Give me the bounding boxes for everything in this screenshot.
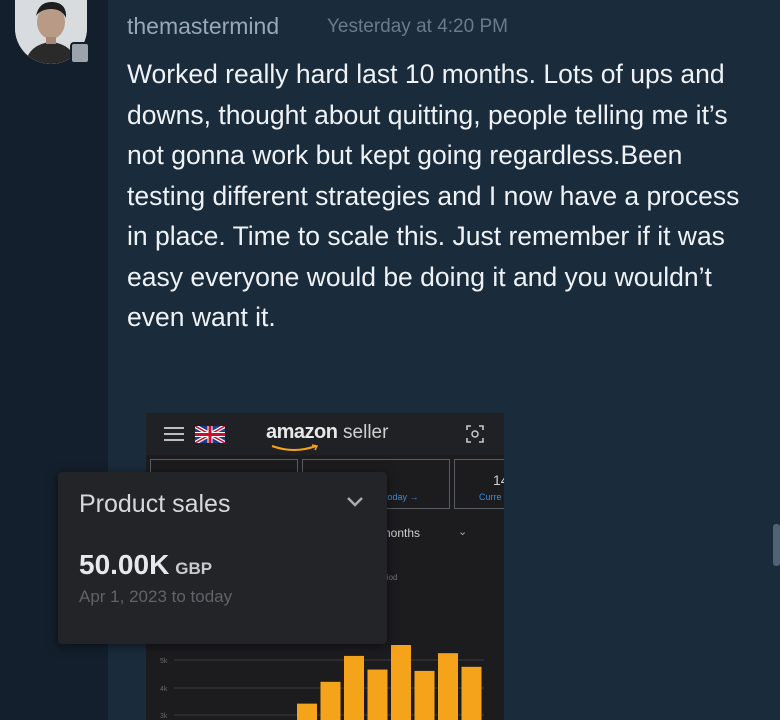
message-text: Worked really hard last 10 months. Lots … [127,59,740,332]
sales-total: 50.00K GBP [79,549,212,581]
hamburger-icon [164,427,184,441]
sales-bar [367,669,388,720]
card-link: today → [385,492,419,502]
tick-label: 4k [160,686,168,693]
date-range: Apr 1, 2023 to today [79,587,233,606]
sales-bar [344,655,364,720]
tick-label: 5k [160,658,168,665]
chevron-down-icon [347,497,363,507]
sales-bar [297,703,317,720]
message-timestamp[interactable]: Yesterday at 4:20 PM [327,16,508,38]
amazon-smile-icon [271,444,319,451]
currency-label: GBP [175,559,213,578]
card-title: Product sales [79,490,231,518]
period-selector: nonths [384,526,421,540]
status-badge [70,42,90,64]
card-link: Curre [479,492,502,502]
card-value: 14 [493,472,504,488]
sales-bar [320,681,341,720]
app-header: amazon seller [146,413,504,455]
product-sales-card: Product sales 50.00K GBP Apr 1, 2023 to t… [58,472,387,644]
scrollbar-thumb[interactable] [773,524,780,566]
uk-flag-icon [195,426,225,443]
sales-value: 50.00K [79,549,170,580]
tick-label: 3k [160,713,168,720]
username[interactable]: themastermind [127,13,279,40]
sales-bar [461,666,482,720]
chevron-down-icon: ⌄ [458,526,468,538]
amazon-seller-logo: amazon seller [266,421,389,443]
scan-icon [466,425,484,443]
sales-bar [414,670,435,720]
sales-bar [391,645,411,720]
metric-card: 14 Curre [454,459,504,509]
sales-bar [438,653,458,720]
